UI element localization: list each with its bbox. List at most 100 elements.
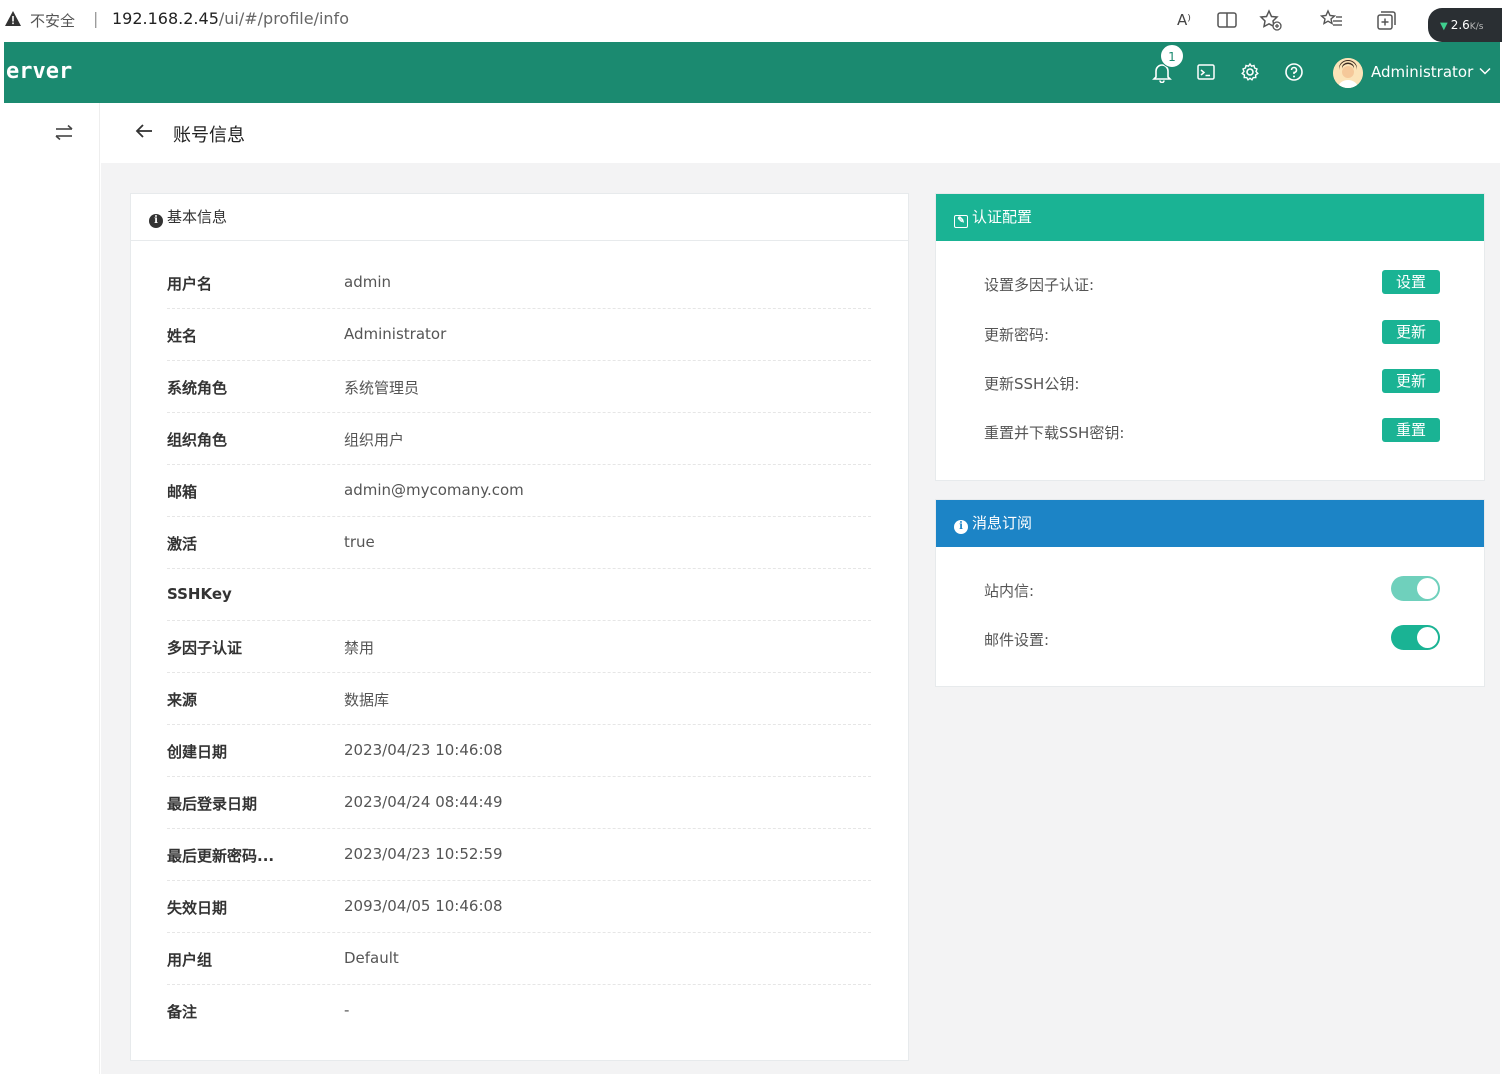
avatar[interactable] (1333, 58, 1363, 88)
sub-label: 邮件设置: (984, 631, 1050, 649)
address-bar[interactable]: 192.168.2.45/ui/#/profile/info (112, 9, 349, 28)
add-favorite-icon[interactable] (1259, 8, 1283, 32)
info-row-sshkey: SSHKey (167, 569, 871, 621)
email-settings-toggle[interactable] (1391, 625, 1440, 650)
info-value: admin@mycomany.com (344, 481, 524, 499)
auth-row-mfa: 设置多因子认证: 设置 (984, 270, 1440, 300)
info-icon: i (149, 214, 163, 228)
info-label: 邮箱 (167, 483, 198, 501)
toggle-knob (1417, 627, 1438, 648)
page-header: 账号信息 (101, 103, 1500, 163)
swap-toggle-icon[interactable] (52, 123, 76, 143)
edit-icon: ✎ (954, 215, 968, 228)
info-label: 多因子认证 (167, 639, 243, 657)
info-icon: i (954, 520, 968, 534)
auth-config-title-text: 认证配置 (972, 208, 1033, 226)
info-label: 系统角色 (167, 379, 228, 397)
subscription-title-text: 消息订阅 (972, 514, 1033, 532)
collections-icon[interactable] (1374, 8, 1398, 32)
info-label: SSHKey (167, 585, 232, 603)
update-password-button[interactable]: 更新 (1382, 320, 1440, 344)
favorites-icon[interactable] (1320, 8, 1344, 32)
auth-row-ssh-public-key: 更新SSH公钥: 更新 (984, 369, 1440, 399)
info-value: 组织用户 (344, 431, 405, 449)
sub-row-email-settings: 邮件设置: (984, 625, 1440, 655)
main-content: 账号信息 i 基本信息 用户名 admin 姓名 Administrator 系统角色… (101, 103, 1500, 1074)
info-label: 激活 (167, 535, 198, 553)
auth-label: 更新密码: (984, 326, 1050, 344)
url-separator: | (93, 9, 99, 28)
info-value: - (344, 1001, 350, 1019)
info-value: 2023/04/23 10:46:08 (344, 741, 503, 759)
info-value: admin (344, 273, 391, 291)
insecure-label[interactable]: 不安全 (30, 10, 75, 31)
auth-label: 设置多因子认证: (984, 276, 1095, 294)
toggle-knob (1417, 578, 1438, 599)
info-row-name: 姓名 Administrator (167, 309, 871, 361)
setup-mfa-button[interactable]: 设置 (1382, 270, 1440, 294)
split-screen-icon[interactable] (1215, 8, 1239, 32)
info-row-expiry: 失效日期 2093/04/05 10:46:08 (167, 881, 871, 933)
info-value: 2093/04/05 10:46:08 (344, 897, 503, 915)
info-row-last-login: 最后登录日期 2023/04/24 08:44:49 (167, 777, 871, 829)
info-label: 备注 (167, 1003, 198, 1021)
info-value: Default (344, 949, 399, 967)
read-aloud-icon[interactable]: A⁾ (1172, 8, 1196, 32)
info-value: 禁用 (344, 639, 375, 657)
subscription-card: i 消息订阅 站内信: 邮件设置: (935, 499, 1485, 687)
network-speed-badge: ▼ 2.6K/s (1428, 8, 1502, 42)
brand-logo-text[interactable]: erver (6, 59, 72, 84)
auth-row-password: 更新密码: 更新 (984, 320, 1440, 350)
info-row-remark: 备注 - (167, 985, 871, 1037)
info-row-user-group: 用户组 Default (167, 933, 871, 985)
page-title: 账号信息 (173, 125, 245, 146)
basic-info-card: i 基本信息 用户名 admin 姓名 Administrator 系统角色 系统管理员… (130, 193, 909, 1061)
info-row-org-role: 组织角色 组织用户 (167, 413, 871, 465)
info-row-mfa: 多因子认证 禁用 (167, 621, 871, 673)
download-arrow-icon: ▼ (1440, 21, 1448, 32)
info-row-created: 创建日期 2023/04/23 10:46:08 (167, 725, 871, 777)
speed-unit: K/s (1469, 22, 1484, 32)
url-path: /ui/#/profile/info (218, 9, 349, 28)
info-label: 组织角色 (167, 431, 228, 449)
info-label: 姓名 (167, 327, 198, 345)
auth-label: 重置并下载SSH密钥: (984, 424, 1125, 442)
info-label: 用户名 (167, 275, 213, 293)
site-message-toggle[interactable] (1391, 576, 1440, 601)
info-value: 2023/04/23 10:52:59 (344, 845, 503, 863)
app-header: erver 1 Administrator (4, 42, 1500, 103)
help-icon[interactable] (1282, 60, 1306, 84)
info-label: 来源 (167, 691, 198, 709)
info-value: 2023/04/24 08:44:49 (344, 793, 503, 811)
info-label: 最后更新密码... (167, 847, 275, 865)
basic-info-title: i 基本信息 (131, 194, 908, 241)
sidebar (4, 103, 100, 1074)
basic-info-title-text: 基本信息 (167, 208, 228, 226)
info-label: 失效日期 (167, 899, 228, 917)
warning-icon[interactable] (4, 10, 22, 28)
terminal-icon[interactable] (1194, 60, 1218, 84)
info-value: true (344, 533, 375, 551)
url-host: 192.168.2.45 (112, 9, 219, 28)
reset-ssh-key-button[interactable]: 重置 (1382, 418, 1440, 442)
notification-count-badge[interactable]: 1 (1160, 44, 1184, 68)
info-value: 系统管理员 (344, 379, 420, 397)
info-row-email: 邮箱 admin@mycomany.com (167, 465, 871, 517)
auth-config-title: ✎ 认证配置 (936, 194, 1484, 241)
browser-toolbar: 不安全 | 192.168.2.45/ui/#/profile/info A⁾ … (0, 0, 1502, 42)
auth-config-card: ✎ 认证配置 设置多因子认证: 设置 更新密码: 更新 更新SSH公钥: 更新 重置并下… (935, 193, 1485, 481)
update-ssh-key-button[interactable]: 更新 (1382, 369, 1440, 393)
info-value: 数据库 (344, 691, 390, 709)
chevron-down-icon[interactable] (1478, 64, 1492, 78)
speed-value: 2.6 (1450, 18, 1470, 32)
subscription-title: i 消息订阅 (936, 500, 1484, 547)
info-value: Administrator (344, 325, 447, 343)
sub-label: 站内信: (984, 582, 1035, 600)
settings-gear-icon[interactable] (1238, 60, 1262, 84)
info-row-active: 激活 true (167, 517, 871, 569)
user-name[interactable]: Administrator (1371, 63, 1473, 81)
auth-row-reset-ssh-key: 重置并下载SSH密钥: 重置 (984, 418, 1440, 448)
back-arrow-icon[interactable] (133, 120, 155, 142)
info-row-system-role: 系统角色 系统管理员 (167, 361, 871, 413)
info-row-password-updated: 最后更新密码... 2023/04/23 10:52:59 (167, 829, 871, 881)
